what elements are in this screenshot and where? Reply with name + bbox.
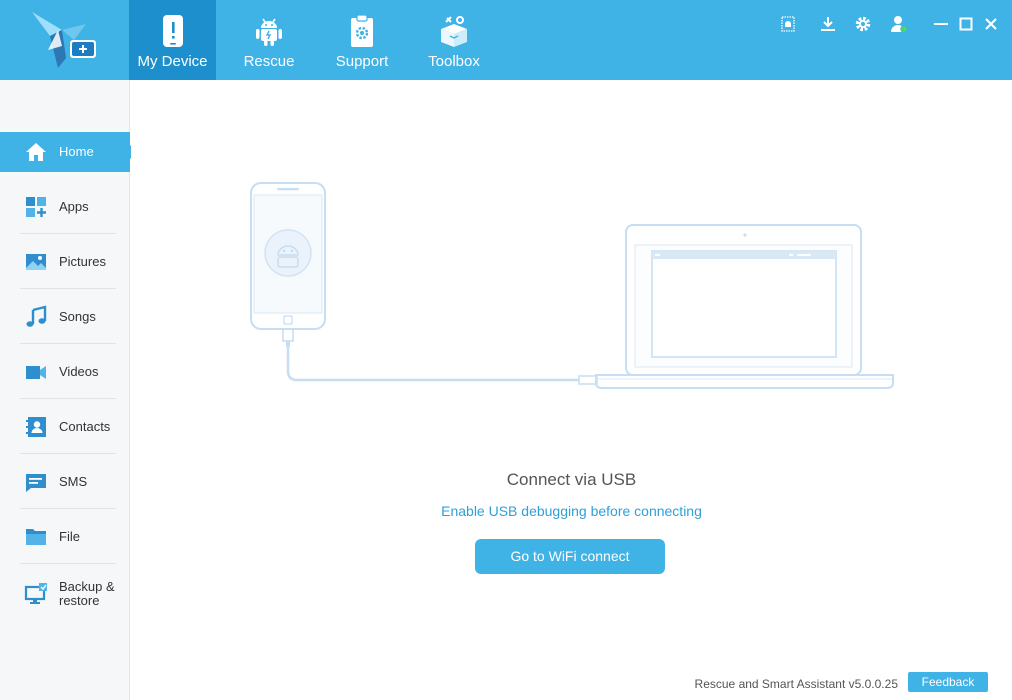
sidebar-item-sms[interactable]: SMS: [0, 454, 116, 509]
phone-alert-icon: [162, 15, 183, 47]
folder-icon: [26, 528, 46, 545]
tab-my-device[interactable]: My Device: [129, 0, 216, 80]
version-label: Rescue and Smart Assistant v5.0.0.25: [694, 677, 898, 691]
sidebar-item-label: Home: [59, 144, 94, 159]
sidebar-item-label: Songs: [59, 308, 96, 324]
app-logo: [0, 0, 129, 80]
sidebar-item-contacts[interactable]: Contacts: [0, 399, 116, 454]
sidebar-item-label: File: [59, 528, 80, 544]
sidebar-item-label: Pictures: [59, 253, 106, 269]
tab-label: Rescue: [243, 53, 295, 70]
sidebar-item-label: Contacts: [59, 418, 111, 434]
phone-illustration-icon: [250, 182, 326, 347]
main-content: Connect via USB Enable USB debugging bef…: [131, 80, 1012, 700]
android-icon: [256, 18, 282, 46]
minimize-icon[interactable]: [931, 14, 951, 34]
user-icon[interactable]: [889, 14, 909, 34]
video-camera-icon: [26, 365, 46, 379]
sidebar-item-songs[interactable]: Songs: [0, 289, 116, 344]
sms-icon: [26, 473, 46, 492]
sidebar-item-videos[interactable]: Videos: [0, 344, 116, 399]
clipboard-gear-icon: [351, 14, 373, 47]
settings-icon[interactable]: [853, 14, 873, 34]
sidebar-item-label: SMS: [59, 473, 88, 489]
top-header: My Device Rescue Support Toolbox: [0, 0, 1012, 80]
laptop-illustration-icon: [595, 224, 894, 389]
tab-label: Toolbox: [428, 53, 480, 70]
tab-support[interactable]: Support: [318, 0, 406, 80]
pictures-icon: [26, 253, 46, 270]
bird-logo-icon: [32, 12, 96, 68]
download-icon[interactable]: [818, 14, 838, 34]
tab-rescue[interactable]: Rescue: [224, 0, 314, 80]
contacts-icon: [26, 416, 46, 437]
sidebar-item-backup-restore[interactable]: Backup & restore: [0, 564, 116, 624]
sidebar-item-pictures[interactable]: Pictures: [0, 234, 116, 289]
usb-connection-illustration: [250, 182, 894, 389]
connect-title: Connect via USB: [506, 470, 637, 489]
maximize-icon[interactable]: [956, 14, 976, 34]
music-note-icon: [26, 304, 47, 327]
notification-icon[interactable]: [778, 14, 798, 34]
sidebar-item-apps[interactable]: Apps: [0, 179, 116, 234]
apps-icon: [26, 196, 46, 217]
tab-toolbox[interactable]: Toolbox: [412, 0, 496, 80]
sidebar-item-label: Backup & restore: [59, 579, 115, 608]
wifi-connect-button[interactable]: Go to WiFi connect: [475, 539, 665, 574]
backup-icon: [24, 583, 47, 604]
close-icon[interactable]: [981, 14, 1001, 34]
sidebar: Home Apps Pictures Songs Videos Contacts…: [0, 80, 137, 700]
sidebar-item-label: Videos: [59, 363, 99, 379]
home-icon: [26, 143, 46, 161]
sidebar-item-home[interactable]: Home: [0, 132, 137, 172]
sidebar-item-file[interactable]: File: [0, 509, 116, 564]
toolbox-icon: [441, 16, 467, 47]
tab-label: My Device: [137, 53, 208, 70]
usb-debugging-link[interactable]: Enable USB debugging before connecting: [131, 503, 1012, 519]
sidebar-item-label: Apps: [59, 198, 89, 214]
feedback-button[interactable]: Feedback: [908, 672, 988, 692]
tab-label: Support: [335, 53, 389, 70]
